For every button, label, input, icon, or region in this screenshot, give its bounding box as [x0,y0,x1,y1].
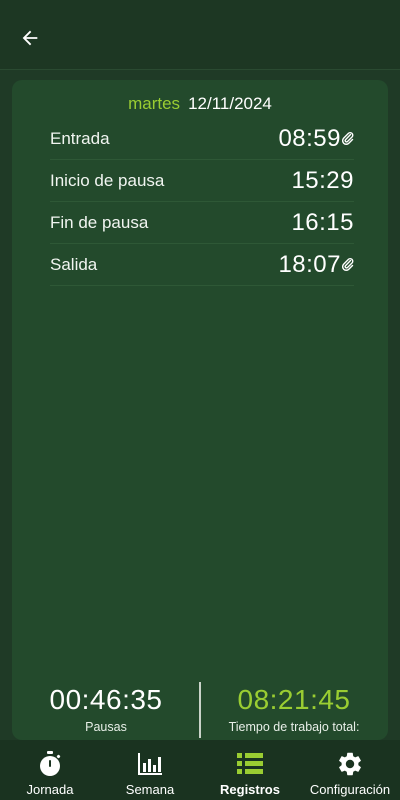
entry-row[interactable]: Entrada 08:59 [50,118,354,160]
pauses-total-value: 00:46:35 [49,684,163,715]
entry-time: 08:59 [278,125,354,153]
pauses-total: 00:46:35 Pausas [12,680,200,734]
entries-list: Entrada 08:59 Inicio de pausa 15:29 Fin … [50,118,354,286]
entry-time-value: 16:15 [291,208,354,236]
entry-time: 18:07 [278,251,354,279]
record-date-value: 12/11/2024 [188,94,272,113]
nav-item-jornada[interactable]: Jornada [0,740,100,800]
pauses-total-label: Pausas [85,720,127,734]
nav-label: Jornada [26,782,74,797]
nav-label: Configuración [309,782,391,797]
entry-label: Entrada [50,128,110,148]
entry-time: 15:29 [291,167,354,195]
record-day: martes [128,94,181,113]
nav-item-configuracion[interactable]: Configuración [300,740,400,800]
nav-item-registros[interactable]: Registros [200,740,300,800]
nav-label: Semana [125,782,175,797]
nav-item-semana[interactable]: Semana [100,740,200,800]
entry-time-value: 18:07 [278,250,341,278]
gear-icon [336,750,364,778]
entry-row[interactable]: Fin de pausa 16:15 [50,202,354,244]
entry-row[interactable]: Inicio de pausa 15:29 [50,160,354,202]
arrow-left-icon [22,30,38,46]
entry-time-value: 08:59 [278,124,341,152]
work-total-label: Tiempo de trabajo total: [228,720,360,734]
back-button[interactable] [14,22,46,54]
entry-label: Salida [50,254,98,274]
entry-row[interactable]: Salida 18:07 [50,244,354,286]
paperclip-icon [342,257,354,273]
entry-label: Inicio de pausa [50,170,165,190]
record-card: martes 12/11/2024 Entrada 08:59 Inicio de… [12,80,388,740]
nav-label: Registros [220,782,280,797]
entry-time: 16:15 [291,209,354,237]
bar-chart-icon [136,750,164,778]
paperclip-icon [342,131,354,147]
top-app-bar [0,0,400,70]
work-total-value: 08:21:45 [237,684,351,715]
entry-time-value: 15:29 [291,166,354,194]
stopwatch-icon [37,750,63,778]
work-total: 08:21:45 Tiempo de trabajo total: [200,680,388,734]
bottom-navigation: Jornada Semana Registros Configuración [0,740,400,800]
totals-panel: 00:46:35 Pausas 08:21:45 Tiempo de traba… [12,680,388,740]
entry-label: Fin de pausa [50,212,149,232]
record-date: martes 12/11/2024 [12,94,388,114]
list-icon [236,750,264,778]
